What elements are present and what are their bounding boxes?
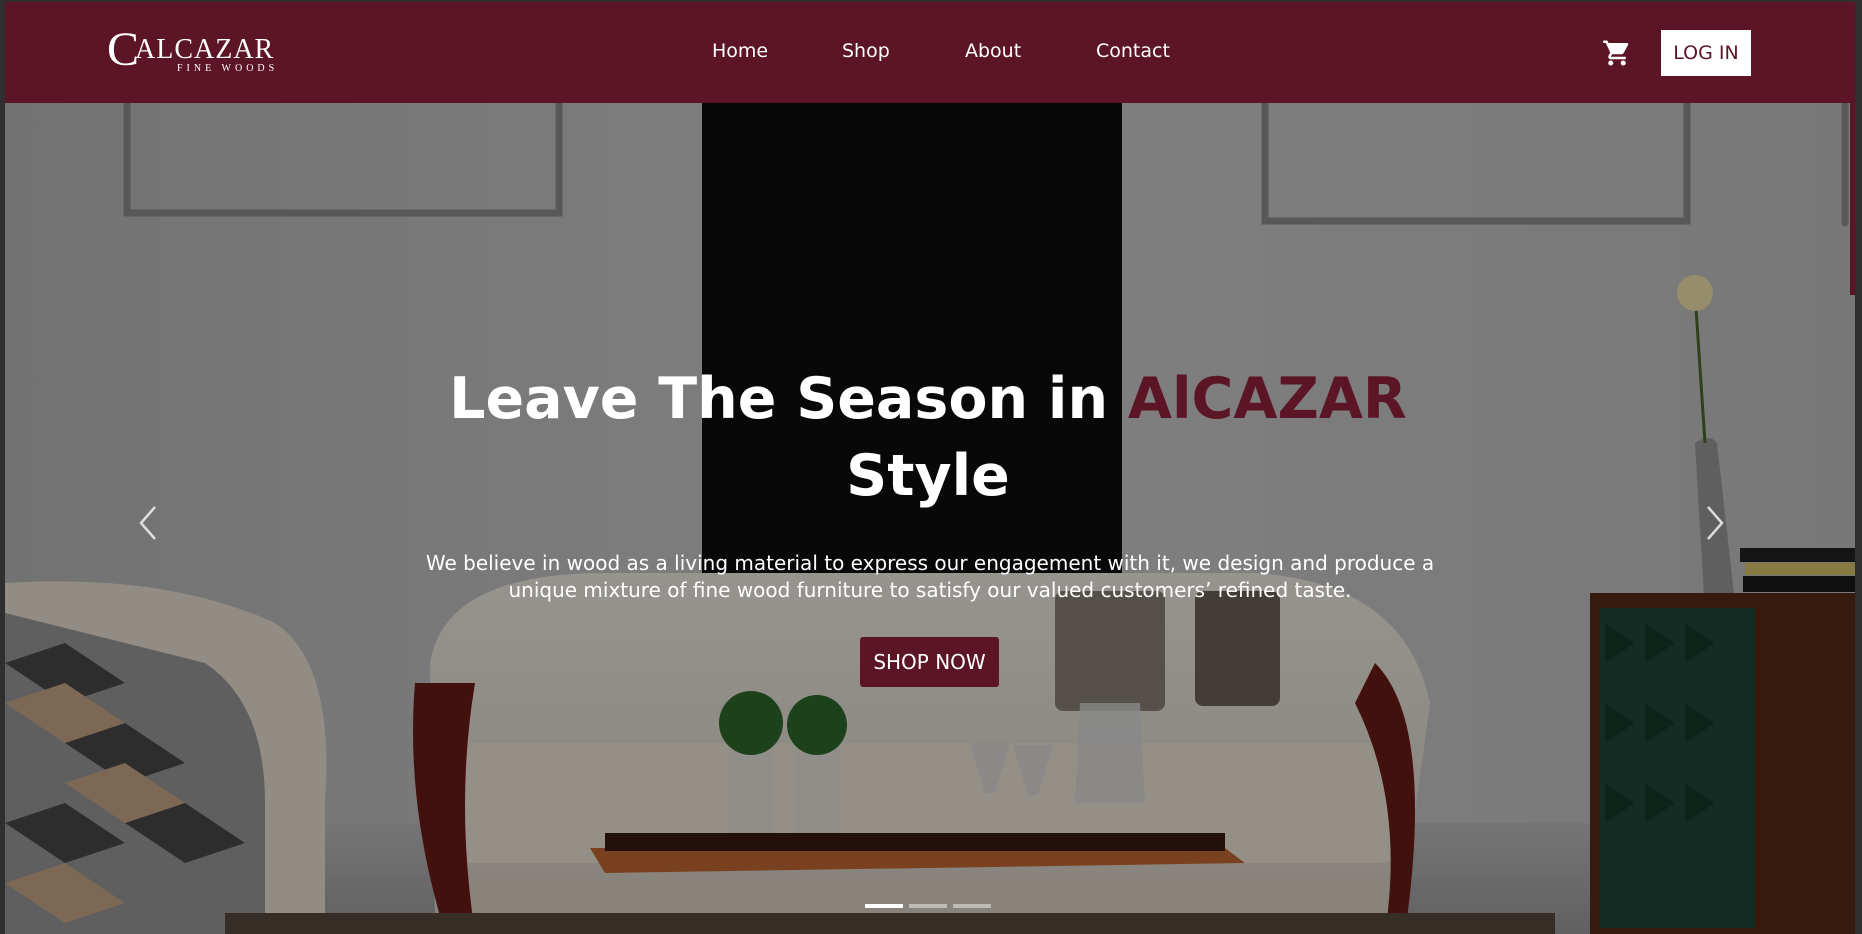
carousel-indicators — [865, 904, 991, 908]
hero-headline: Leave The Season in AlCAZAR Style — [5, 361, 1851, 515]
hero-dark-overlay — [5, 103, 1855, 934]
nav-link-contact[interactable]: Contact — [1096, 42, 1170, 61]
navbar: C ALCAZAR FINE WOODS Home Shop About Con… — [5, 2, 1855, 103]
headline-brand: AlCAZAR — [1127, 366, 1407, 432]
chevron-left-icon[interactable] — [133, 503, 163, 543]
cart-icon[interactable] — [1602, 38, 1632, 68]
carousel-indicator-2[interactable] — [909, 904, 947, 908]
nav-link-shop[interactable]: Shop — [842, 42, 890, 61]
nav-link-about[interactable]: About — [965, 42, 1021, 61]
hero-tagline: We believe in wood as a living material … — [425, 551, 1435, 602]
page: C ALCAZAR FINE WOODS Home Shop About Con… — [5, 2, 1862, 934]
carousel-indicator-1[interactable] — [865, 904, 903, 908]
shop-now-button[interactable]: SHOP NOW — [860, 637, 999, 687]
chevron-right-icon[interactable] — [1700, 503, 1730, 543]
carousel-indicator-3[interactable] — [953, 904, 991, 908]
hero-carousel: Leave The Season in AlCAZAR Style We bel… — [5, 103, 1855, 934]
main-nav: Home Shop About Contact — [5, 2, 1855, 103]
headline-style: Style — [846, 443, 1010, 509]
headline-text: Leave The Season in — [449, 366, 1109, 432]
nav-link-home[interactable]: Home — [712, 42, 768, 61]
login-button[interactable]: LOG IN — [1661, 30, 1751, 76]
side-accent-bar — [1850, 103, 1855, 295]
